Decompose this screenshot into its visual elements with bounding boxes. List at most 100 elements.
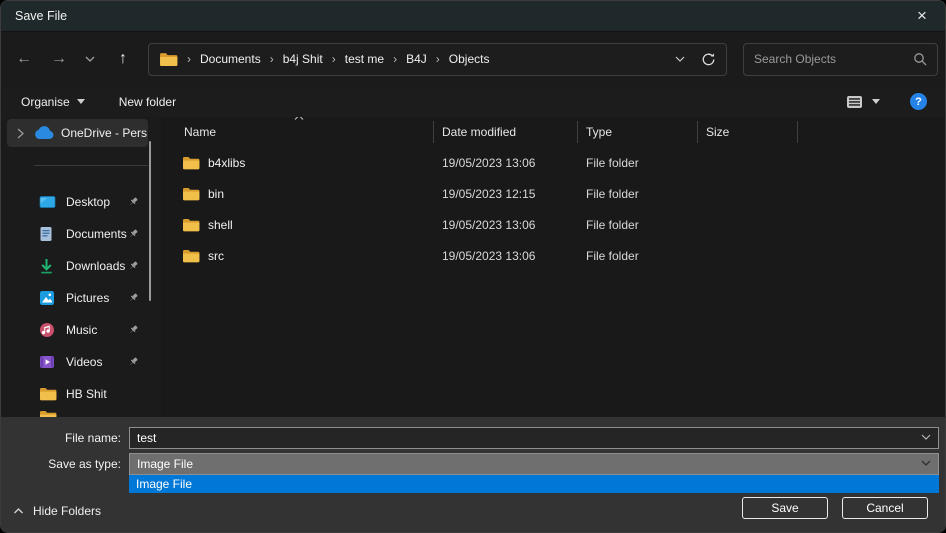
pin-icon bbox=[127, 292, 139, 304]
recent-locations-button[interactable] bbox=[77, 46, 103, 72]
file-row-bin[interactable]: bin 19/05/2023 12:15File folder bbox=[166, 178, 945, 209]
file-row-shell[interactable]: shell 19/05/2023 13:06File folder bbox=[166, 209, 945, 240]
file-name-input[interactable] bbox=[129, 427, 939, 449]
sidebar-item-label: Music bbox=[66, 323, 97, 337]
search-input[interactable] bbox=[754, 52, 913, 66]
file-name: b4xlibs bbox=[208, 156, 245, 170]
file-date-modified: 19/05/2023 13:06 bbox=[434, 218, 578, 232]
close-button[interactable]: × bbox=[899, 1, 945, 32]
change-view-button[interactable] bbox=[846, 95, 880, 109]
new-folder-button[interactable]: New folder bbox=[119, 95, 176, 109]
sidebar-item-downloads[interactable]: Downloads bbox=[1, 250, 149, 282]
up-button[interactable]: ↑ bbox=[110, 46, 136, 72]
downloads-icon bbox=[39, 258, 57, 274]
navigation-pane: OneDrive - Pers Desktop Documents Download… bbox=[1, 117, 161, 417]
back-button[interactable]: ← bbox=[11, 46, 37, 72]
column-header-date-modified[interactable]: Date modified bbox=[434, 121, 578, 143]
file-date-modified: 19/05/2023 12:15 bbox=[434, 187, 578, 201]
file-type: File folder bbox=[578, 249, 698, 263]
sidebar-item-label: Desktop bbox=[66, 195, 110, 209]
back-icon: ← bbox=[16, 50, 32, 68]
folder-icon bbox=[182, 156, 200, 170]
breadcrumb-separator: › bbox=[185, 52, 193, 66]
file-date-modified: 19/05/2023 13:06 bbox=[434, 156, 578, 170]
breadcrumb-separator: › bbox=[391, 52, 399, 66]
forward-button[interactable]: → bbox=[46, 46, 72, 72]
chevron-up-icon bbox=[13, 508, 24, 514]
search-box[interactable] bbox=[743, 43, 938, 76]
sidebar-item-label: Documents bbox=[66, 227, 127, 241]
hide-folders-label: Hide Folders bbox=[33, 504, 101, 518]
title-bar: Save File × bbox=[1, 1, 945, 32]
hide-folders-button[interactable]: Hide Folders bbox=[13, 504, 101, 518]
file-name-label: File name: bbox=[1, 427, 121, 449]
search-icon bbox=[913, 52, 927, 66]
sidebar-divider bbox=[34, 165, 148, 166]
breadcrumb-separator: › bbox=[268, 52, 276, 66]
resize-grip[interactable] bbox=[938, 527, 940, 529]
dropdown-item-selected[interactable]: Image File bbox=[129, 475, 939, 493]
save-as-type-value: Image File bbox=[137, 457, 193, 471]
breadcrumb-item[interactable]: Documents bbox=[200, 52, 261, 66]
pin-icon bbox=[127, 260, 139, 272]
organise-button[interactable]: Organise bbox=[21, 95, 85, 109]
cancel-button[interactable]: Cancel bbox=[842, 497, 928, 519]
breadcrumb-separator: › bbox=[434, 52, 442, 66]
file-type: File folder bbox=[578, 187, 698, 201]
sidebar-item-onedrive[interactable]: OneDrive - Pers bbox=[7, 119, 148, 147]
address-dropdown-icon[interactable] bbox=[675, 56, 685, 62]
file-list: Name Date modified Type Size b4xlibs 19/0… bbox=[166, 117, 945, 417]
column-header-name[interactable]: Name bbox=[166, 121, 434, 143]
breadcrumb: Documents › b4j Shit › test me › B4J › Objects bbox=[200, 52, 489, 66]
sidebar-item-label: HB Shit bbox=[66, 387, 107, 401]
file-name: shell bbox=[208, 218, 233, 232]
column-name-label: Name bbox=[184, 125, 216, 139]
file-name: src bbox=[208, 249, 224, 263]
sidebar-item-desktop[interactable]: Desktop bbox=[1, 186, 149, 218]
sidebar-item-label: Videos bbox=[66, 355, 102, 369]
address-bar[interactable]: › Documents › b4j Shit › test me › B4J › Objects bbox=[148, 43, 727, 76]
sidebar-scrollbar[interactable] bbox=[149, 141, 151, 301]
save-as-type-combobox[interactable]: Image File bbox=[129, 453, 939, 475]
breadcrumb-item[interactable]: b4j Shit bbox=[283, 52, 323, 66]
sidebar-item-music[interactable]: Music bbox=[1, 314, 149, 346]
view-dropdown-triangle-icon bbox=[872, 99, 880, 104]
sidebar-item-pictures[interactable]: Pictures bbox=[1, 282, 149, 314]
pin-icon bbox=[127, 196, 139, 208]
sidebar-item-clipped-folder[interactable] bbox=[39, 410, 57, 417]
file-type: File folder bbox=[578, 218, 698, 232]
help-button[interactable]: ? bbox=[910, 93, 927, 110]
save-button[interactable]: Save bbox=[742, 497, 828, 519]
pin-icon bbox=[127, 356, 139, 368]
column-header-type[interactable]: Type bbox=[578, 121, 698, 143]
sidebar-item-documents[interactable]: Documents bbox=[1, 218, 149, 250]
footer-panel: File name: Save as type: Image File Imag… bbox=[1, 417, 945, 533]
sidebar-items: Desktop Documents Downloads Pictures Music Vi… bbox=[1, 186, 149, 410]
column-date-label: Date modified bbox=[442, 125, 516, 139]
breadcrumb-item[interactable]: B4J bbox=[406, 52, 427, 66]
chevron-right-icon[interactable] bbox=[7, 128, 33, 139]
main-area: OneDrive - Pers Desktop Documents Download… bbox=[1, 117, 945, 417]
save-file-dialog: Save File × ← → ↑ › Documents › b4j Shit › t… bbox=[0, 0, 946, 533]
sidebar-item-hb-shit[interactable]: HB Shit bbox=[1, 378, 149, 410]
up-icon: ↑ bbox=[119, 50, 127, 68]
chevron-down-icon bbox=[85, 56, 95, 62]
sidebar-item-videos[interactable]: Videos bbox=[1, 346, 149, 378]
refresh-icon[interactable] bbox=[701, 52, 716, 67]
navigation-bar: ← → ↑ › Documents › b4j Shit › test me › B4J › O… bbox=[1, 32, 945, 86]
breadcrumb-item[interactable]: Objects bbox=[449, 52, 490, 66]
file-row-src[interactable]: src19/05/2023 13:06File folder bbox=[166, 240, 945, 271]
file-row-b4xlibs[interactable]: b4xlibs19/05/2023 13:06File folder bbox=[166, 147, 945, 178]
onedrive-cloud-icon bbox=[33, 126, 55, 140]
close-icon: × bbox=[917, 6, 927, 26]
forward-icon: → bbox=[51, 50, 67, 68]
music-icon bbox=[39, 322, 57, 338]
column-header-size[interactable]: Size bbox=[698, 121, 798, 143]
breadcrumb-item[interactable]: test me bbox=[345, 52, 384, 66]
sidebar-item-label: Pictures bbox=[66, 291, 109, 305]
organise-label: Organise bbox=[21, 95, 70, 109]
file-name: bin bbox=[208, 187, 224, 201]
breadcrumb-separator: › bbox=[330, 52, 338, 66]
folder-icon bbox=[182, 218, 200, 232]
desktop-icon bbox=[39, 194, 57, 210]
